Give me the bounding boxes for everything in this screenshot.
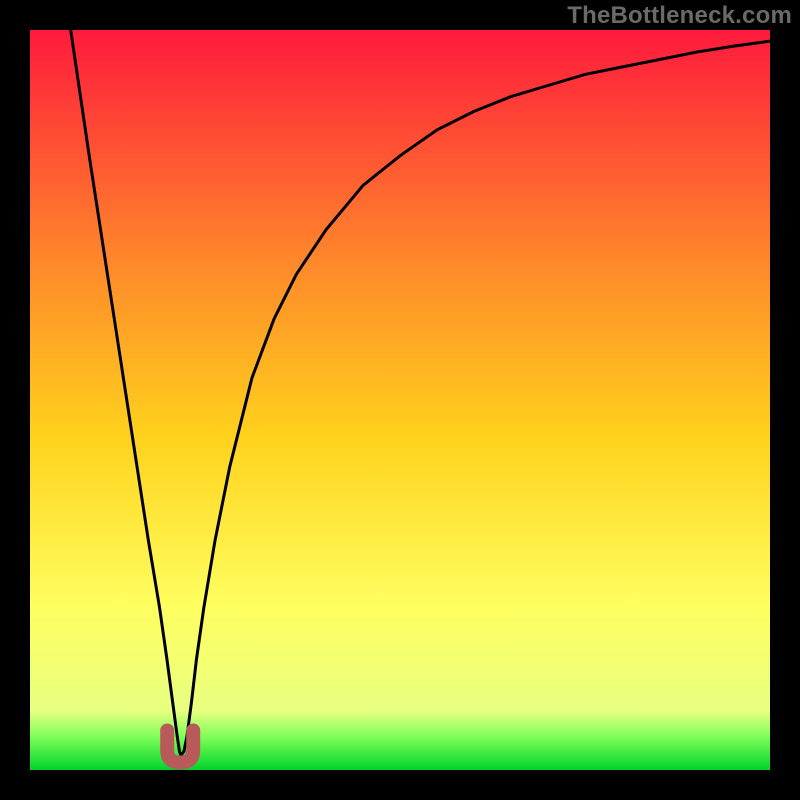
plot-background: [30, 30, 770, 770]
chart-svg: [0, 0, 800, 800]
watermark-text: TheBottleneck.com: [567, 2, 792, 30]
chart-frame: TheBottleneck.com: [0, 0, 800, 800]
